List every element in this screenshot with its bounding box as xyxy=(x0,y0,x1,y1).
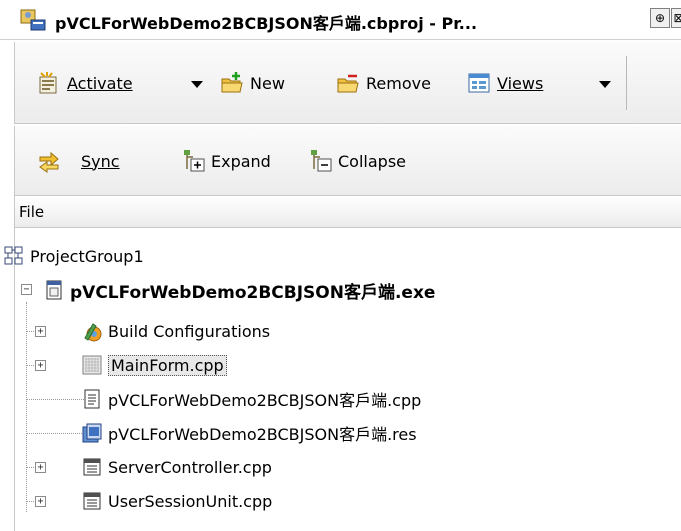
user-session-label: UserSessionUnit.cpp xyxy=(108,491,273,511)
tree-connector xyxy=(26,302,27,512)
project-group-label: ProjectGroup1 xyxy=(30,246,144,266)
tree-connector xyxy=(26,433,86,434)
tree-node-mainform[interactable]: MainForm.cpp xyxy=(81,352,227,378)
project-manager-icon xyxy=(20,9,46,31)
sync-label: Sync xyxy=(81,151,120,171)
tree-node-project-group[interactable]: ProjectGroup1 xyxy=(3,243,144,269)
window-title: pVCLForWebDemo2BCBJSON客戶端.cbproj - Pr... xyxy=(55,14,478,33)
title-bar: pVCLForWebDemo2BCBJSON客戶端.cbproj - Pr...… xyxy=(0,0,681,40)
pin-icon: ⊕ xyxy=(654,11,666,25)
tree-connector xyxy=(26,399,86,400)
res-file-icon xyxy=(82,423,102,443)
collapse-icon xyxy=(311,150,332,172)
cpp-file-icon xyxy=(84,389,100,409)
new-button[interactable]: New xyxy=(220,71,285,95)
views-label: Views xyxy=(497,73,544,93)
unit-icon xyxy=(83,458,101,476)
unit-icon xyxy=(83,492,101,510)
activate-icon xyxy=(39,72,57,94)
server-controller-expand-toggle[interactable]: + xyxy=(35,462,46,473)
file-header-label: File xyxy=(19,203,45,221)
expand-button[interactable]: Expand xyxy=(181,149,271,173)
remove-label: Remove xyxy=(366,73,431,93)
sync-button[interactable]: Sync xyxy=(37,149,120,173)
tree-node-main-cpp[interactable]: pVCLForWebDemo2BCBJSON客戶端.cpp xyxy=(81,386,421,412)
tree-node-project[interactable]: pVCLForWebDemo2BCBJSON客戶端.exe xyxy=(43,277,435,303)
views-dropdown-arrow[interactable] xyxy=(599,81,611,88)
views-button[interactable]: Views xyxy=(467,71,543,95)
res-label: pVCLForWebDemo2BCBJSON客戶端.res xyxy=(108,425,417,444)
server-controller-label: ServerController.cpp xyxy=(108,457,272,477)
remove-icon xyxy=(337,74,359,93)
main-toolbar: Activate New Remove Views xyxy=(14,42,681,124)
tree-node-res[interactable]: pVCLForWebDemo2BCBJSON客戶端.res xyxy=(81,420,417,446)
main-cpp-label: pVCLForWebDemo2BCBJSON客戶端.cpp xyxy=(108,391,422,410)
file-column-header[interactable]: File xyxy=(15,196,681,228)
build-config-label: Build Configurations xyxy=(108,321,271,341)
exe-project-icon xyxy=(46,280,62,300)
project-tree: File ProjectGroup1 − pVCLForWebDemo2BCBJ… xyxy=(4,196,681,531)
collapse-button[interactable]: Collapse xyxy=(308,149,406,173)
activate-button[interactable]: Activate xyxy=(37,71,133,95)
expand-icon xyxy=(184,150,205,172)
tree-node-server-controller[interactable]: ServerController.cpp xyxy=(81,454,272,480)
close-button[interactable]: ⊠ xyxy=(671,8,681,28)
close-icon: ⊠ xyxy=(673,11,681,25)
form-icon xyxy=(82,355,102,375)
project-label: pVCLForWebDemo2BCBJSON客戶端.exe xyxy=(70,282,436,303)
tree-toolbar: Sync Expand Collapse xyxy=(14,126,681,196)
pin-button[interactable]: ⊕ xyxy=(650,8,670,28)
tree-node-user-session[interactable]: UserSessionUnit.cpp xyxy=(81,488,272,514)
expand-label: Expand xyxy=(211,151,271,171)
project-group-icon xyxy=(4,246,23,265)
remove-button[interactable]: Remove xyxy=(336,71,431,95)
toolbar-separator xyxy=(626,56,627,110)
build-config-icon xyxy=(84,323,102,342)
activate-dropdown-arrow[interactable] xyxy=(191,81,203,88)
new-label: New xyxy=(250,73,285,93)
tree-node-build-configurations[interactable]: Build Configurations xyxy=(81,318,270,344)
sync-icon xyxy=(39,151,59,173)
activate-label: Activate xyxy=(67,73,133,93)
new-icon xyxy=(221,72,243,93)
user-session-expand-toggle[interactable]: + xyxy=(35,496,46,507)
project-collapse-toggle[interactable]: − xyxy=(21,284,32,295)
mainform-label: MainForm.cpp xyxy=(108,354,227,376)
views-icon xyxy=(468,73,490,93)
collapse-label: Collapse xyxy=(338,151,406,171)
build-config-expand-toggle[interactable]: + xyxy=(35,326,46,337)
mainform-expand-toggle[interactable]: + xyxy=(35,360,46,371)
